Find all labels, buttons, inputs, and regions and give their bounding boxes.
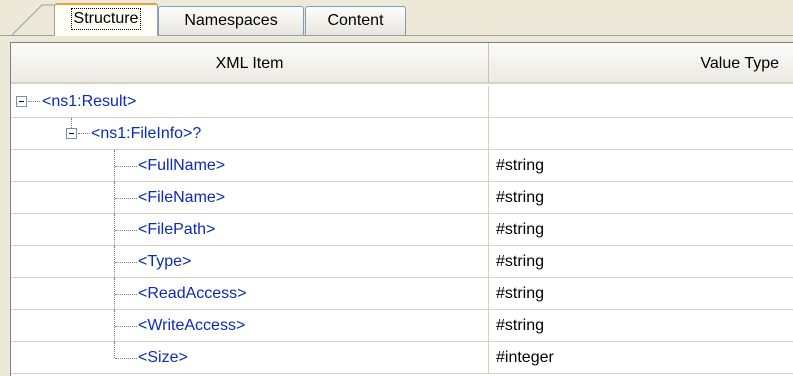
column-header-value-type[interactable]: Value Type [489,43,793,84]
value-type-cell: #string [489,182,793,214]
value-type-cell: #string [489,246,793,278]
tab-namespaces[interactable]: Namespaces [158,6,304,35]
collapse-icon[interactable] [66,128,77,139]
xml-item-cell: <ns1:FileInfo>? [11,118,489,150]
table-row[interactable]: <ReadAccess> #string [11,278,793,310]
tree-item-label: <Size> [138,349,188,366]
tree-line [115,262,137,263]
tab-structure[interactable]: Structure [54,3,158,36]
xml-item-cell: <ns1:Result> [11,86,489,118]
tree-item-label: <FileName> [138,189,226,206]
table-row[interactable]: <FullName> #string [11,150,793,182]
tree-line [115,294,137,295]
value-type-cell: #string [489,214,793,246]
collapse-icon[interactable] [16,96,27,107]
table-row[interactable]: <FileName> #string [11,182,793,214]
table-header: XML Item Value Type [11,43,793,86]
tree-line [115,326,137,327]
xml-item-cell: <FilePath> [11,214,489,246]
tree-item-label: <FilePath> [138,221,216,238]
tab-strip: Structure Namespaces Content [0,0,793,42]
xml-structure-table: XML Item Value Type <ns1:Result> <ns1:Fi… [10,42,793,376]
value-type-cell: #string [489,278,793,310]
table-row[interactable]: <WriteAccess> #string [11,310,793,342]
tree-line [114,342,115,358]
value-type-cell: #string [489,310,793,342]
xml-item-cell: <Type> [11,246,489,278]
tree-line [115,198,137,199]
tab-structure-label: Structure [70,8,142,30]
table-row[interactable]: <Type> #string [11,246,793,278]
value-type-cell: #string [489,150,793,182]
table-row[interactable]: <FilePath> #string [11,214,793,246]
xml-item-cell: <FileName> [11,182,489,214]
tree-item-label: <ReadAccess> [138,285,247,302]
tree-line [115,230,137,231]
tree-line [115,358,137,359]
xml-item-cell: <FullName> [11,150,489,182]
tab-content[interactable]: Content [305,6,406,35]
xml-item-cell: <ReadAccess> [11,278,489,310]
tree-line [71,118,72,128]
value-type-cell: #integer [489,342,793,374]
tab-slope [12,4,54,36]
table-row[interactable]: <ns1:FileInfo>? [11,118,793,150]
xml-item-cell: <Size> [11,342,489,374]
value-type-cell [489,86,793,118]
tree-item-label: <ns1:Result> [42,93,137,110]
tree-line [115,166,137,167]
xml-item-cell: <WriteAccess> [11,310,489,342]
tree-item-label: <ns1:FileInfo>? [91,125,202,142]
tab-namespaces-label: Namespaces [184,12,278,29]
table-row[interactable]: <ns1:Result> [11,86,793,118]
tree-item-label: <WriteAccess> [138,317,246,334]
tab-content-label: Content [327,12,384,29]
column-header-xml-item[interactable]: XML Item [11,43,489,84]
tree-item-label: <FullName> [138,157,226,174]
table-row[interactable]: <Size> #integer [11,342,793,374]
tree-item-label: <Type> [138,253,192,270]
tree-line [78,133,90,134]
value-type-cell [489,118,793,150]
tree-line [28,101,40,102]
